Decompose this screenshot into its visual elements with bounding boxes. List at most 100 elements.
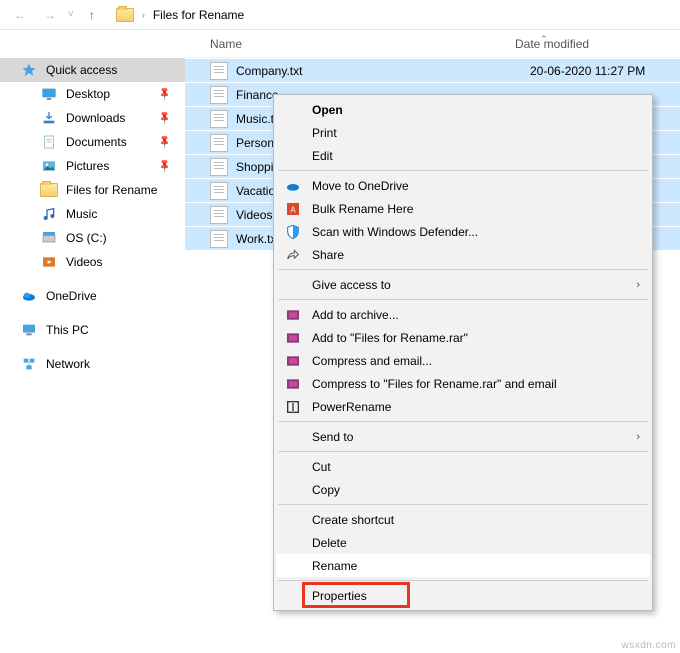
menu-open[interactable]: Open <box>276 98 650 121</box>
back-button[interactable]: ← <box>8 3 32 27</box>
context-menu: Open Print Edit Move to OneDrive ABulk R… <box>273 94 653 611</box>
separator <box>278 504 648 505</box>
sidebar-pictures[interactable]: Pictures 📌 <box>0 154 185 178</box>
text-file-icon <box>210 158 228 176</box>
up-button[interactable]: ↑ <box>80 3 104 27</box>
menu-compress-rar-email[interactable]: Compress to "Files for Rename.rar" and e… <box>276 372 650 395</box>
folder-icon <box>116 8 134 22</box>
pin-icon: 📌 <box>156 110 173 127</box>
sidebar-label: Files for Rename <box>66 183 157 197</box>
menu-rename[interactable]: Rename <box>276 554 650 577</box>
pictures-icon <box>40 158 58 174</box>
menu-delete[interactable]: Delete <box>276 531 650 554</box>
menu-defender[interactable]: Scan with Windows Defender... <box>276 220 650 243</box>
sidebar-label: This PC <box>46 323 89 337</box>
downloads-icon <box>40 110 58 126</box>
share-icon <box>284 246 302 264</box>
sidebar-label: Documents <box>66 135 127 149</box>
menu-bulk-rename[interactable]: ABulk Rename Here <box>276 197 650 220</box>
column-headers: Name ⌃ Date modified <box>185 30 680 58</box>
text-file-icon <box>210 182 228 200</box>
menu-share[interactable]: Share <box>276 243 650 266</box>
separator <box>278 170 648 171</box>
pin-icon: 📌 <box>156 134 173 151</box>
sidebar-label: Videos <box>66 255 102 269</box>
chevron-right-icon: › <box>142 10 145 20</box>
menu-properties[interactable]: Properties <box>276 584 650 607</box>
network-icon <box>20 356 38 372</box>
separator <box>278 299 648 300</box>
onedrive-icon <box>20 288 38 304</box>
sidebar-label: Music <box>66 207 97 221</box>
menu-copy[interactable]: Copy <box>276 478 650 501</box>
sidebar-documents[interactable]: Documents 📌 <box>0 130 185 154</box>
file-row[interactable]: Company.txt20-06-2020 11:27 PM <box>185 58 680 82</box>
chevron-right-icon: › <box>636 279 640 291</box>
videos-icon <box>40 254 58 270</box>
address-bar[interactable]: › Files for Rename <box>116 8 244 22</box>
menu-give-access[interactable]: Give access to› <box>276 273 650 296</box>
column-name[interactable]: Name <box>185 37 505 51</box>
menu-create-shortcut[interactable]: Create shortcut <box>276 508 650 531</box>
text-file-icon <box>210 62 228 80</box>
separator <box>278 580 648 581</box>
sidebar-quick-access[interactable]: Quick access <box>0 58 185 82</box>
text-file-icon <box>210 110 228 128</box>
toolbar: ← → ˅ ↑ › Files for Rename <box>0 0 680 30</box>
sidebar-desktop[interactable]: Desktop 📌 <box>0 82 185 106</box>
text-file-icon <box>210 86 228 104</box>
breadcrumb-item[interactable]: Files for Rename <box>153 8 244 22</box>
pin-icon: 📌 <box>156 158 173 175</box>
sidebar-os-c[interactable]: OS (C:) <box>0 226 185 250</box>
desktop-icon <box>40 86 58 102</box>
sidebar-downloads[interactable]: Downloads 📌 <box>0 106 185 130</box>
star-icon <box>20 62 38 78</box>
menu-powerrename[interactable]: PowerRename <box>276 395 650 418</box>
powerrename-icon <box>284 398 302 416</box>
text-file-icon <box>210 206 228 224</box>
sidebar-music[interactable]: Music <box>0 202 185 226</box>
drive-icon <box>40 230 58 246</box>
pc-icon <box>20 322 38 338</box>
sidebar-label: Quick access <box>46 63 117 77</box>
sidebar-label: Desktop <box>66 87 110 101</box>
menu-cut[interactable]: Cut <box>276 455 650 478</box>
forward-button[interactable]: → <box>38 3 62 27</box>
sidebar-label: OneDrive <box>46 289 97 303</box>
svg-text:A: A <box>290 205 296 214</box>
sidebar-label: Pictures <box>66 159 109 173</box>
shield-icon <box>284 223 302 241</box>
sidebar-videos[interactable]: Videos <box>0 250 185 274</box>
sort-indicator-icon: ⌃ <box>540 34 548 45</box>
documents-icon <box>40 134 58 150</box>
menu-send-to[interactable]: Send to› <box>276 425 650 448</box>
sidebar-label: Downloads <box>66 111 125 125</box>
menu-move-onedrive[interactable]: Move to OneDrive <box>276 174 650 197</box>
sidebar-files-rename[interactable]: Files for Rename <box>0 178 185 202</box>
menu-print[interactable]: Print <box>276 121 650 144</box>
bulk-rename-icon: A <box>284 200 302 218</box>
pin-icon: 📌 <box>156 86 173 103</box>
watermark: wsxdn.com <box>621 640 676 651</box>
menu-compress-email[interactable]: Compress and email... <box>276 349 650 372</box>
history-dropdown-icon[interactable]: ˅ <box>68 9 74 20</box>
file-date: 20-06-2020 11:27 PM <box>520 64 680 78</box>
sidebar-this-pc[interactable]: This PC <box>0 318 185 342</box>
menu-add-rar[interactable]: Add to "Files for Rename.rar" <box>276 326 650 349</box>
menu-edit[interactable]: Edit <box>276 144 650 167</box>
menu-add-archive[interactable]: Add to archive... <box>276 303 650 326</box>
winrar-icon <box>284 306 302 324</box>
text-file-icon <box>210 230 228 248</box>
chevron-right-icon: › <box>636 431 640 443</box>
sidebar-label: OS (C:) <box>66 231 107 245</box>
separator <box>278 269 648 270</box>
separator <box>278 451 648 452</box>
sidebar-onedrive[interactable]: OneDrive <box>0 284 185 308</box>
separator <box>278 421 648 422</box>
sidebar-network[interactable]: Network <box>0 352 185 376</box>
music-icon <box>40 206 58 222</box>
folder-icon <box>40 182 58 198</box>
sidebar-label: Network <box>46 357 90 371</box>
winrar-icon <box>284 375 302 393</box>
file-name: Company.txt <box>236 64 520 78</box>
